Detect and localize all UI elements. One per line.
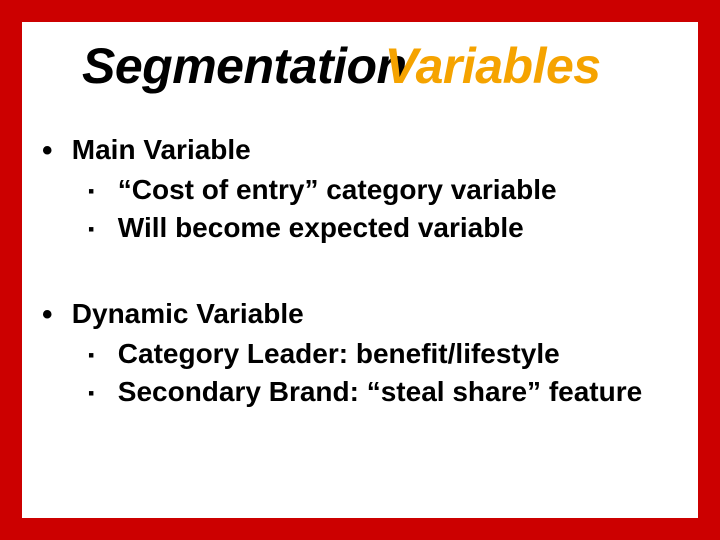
bullet-item: Category Leader: benefit/lifestyle	[42, 336, 688, 372]
spacer	[42, 248, 688, 296]
title-part-2: Variables	[385, 38, 601, 94]
section-heading-text: Main Variable	[72, 134, 251, 165]
bullet-text: “Cost of entry” category variable	[118, 174, 557, 205]
bullet-text: Secondary Brand: “steal share” feature	[118, 376, 642, 407]
slide-body: Main Variable “Cost of entry” category v…	[42, 132, 688, 412]
bullet-item: Secondary Brand: “steal share” feature	[42, 374, 688, 410]
bullet-text: Will become expected variable	[118, 212, 524, 243]
slide-canvas: SegmentationVariables Main Variable “Cos…	[22, 22, 698, 518]
bullet-item: Will become expected variable	[42, 210, 688, 246]
section-heading-text: Dynamic Variable	[72, 298, 304, 329]
bullet-text: Category Leader: benefit/lifestyle	[118, 338, 560, 369]
bullet-item: “Cost of entry” category variable	[42, 172, 688, 208]
slide-border: SegmentationVariables Main Variable “Cos…	[0, 0, 720, 540]
title-part-1: Segmentation	[82, 38, 407, 94]
slide-title: SegmentationVariables	[82, 40, 688, 93]
section-heading: Dynamic Variable	[42, 296, 688, 334]
section-heading: Main Variable	[42, 132, 688, 170]
